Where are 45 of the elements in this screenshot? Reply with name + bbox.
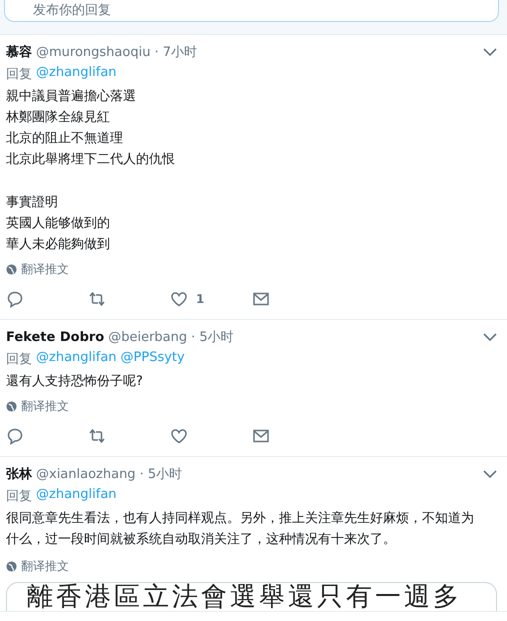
mention-link[interactable]: @zhanglifan xyxy=(36,487,117,505)
translate-link[interactable]: 翻译推文 xyxy=(6,259,497,279)
chevron-down-icon[interactable] xyxy=(483,332,497,342)
globe-icon xyxy=(6,560,17,572)
chevron-down-icon[interactable] xyxy=(483,470,497,478)
reply-label: 回复 xyxy=(6,351,32,368)
tweet-text: 林鄭團隊全線見紅 xyxy=(6,109,111,127)
reply-input-field[interactable]: 发布你的回复 xyxy=(4,0,499,22)
reply-icon[interactable] xyxy=(6,290,24,308)
media-card[interactable]: 離香港區立法會選舉還只有一週多 xyxy=(6,582,497,611)
tweet-text: 英國人能够做到的 xyxy=(6,215,111,233)
globe-icon xyxy=(6,400,17,412)
reply-icon[interactable] xyxy=(6,427,24,445)
translate-link[interactable]: 翻译推文 xyxy=(6,396,497,416)
tweet-text: 事實證明 xyxy=(6,194,59,212)
tweet-text: 親中議員普遍擔心落選 xyxy=(6,88,137,106)
tweet-time[interactable]: · 5小时 xyxy=(140,465,182,483)
translate-link[interactable]: 翻译推文 xyxy=(6,556,497,576)
author-handle[interactable]: @xianlaozhang xyxy=(36,466,136,482)
heart-icon[interactable] xyxy=(170,290,188,308)
heart-icon[interactable] xyxy=(170,427,188,445)
envelope-icon[interactable] xyxy=(252,427,270,445)
author-name[interactable]: 慕容 xyxy=(6,43,32,61)
mention-link[interactable]: @zhanglifan xyxy=(36,65,117,83)
author-name[interactable]: Fekete Dobro xyxy=(6,330,104,344)
tweet-text: 還有人支持恐怖份子呢? xyxy=(6,373,144,391)
envelope-icon[interactable] xyxy=(252,290,270,308)
author-name[interactable]: 张林 xyxy=(6,465,32,483)
globe-icon xyxy=(6,264,17,274)
mention-link[interactable]: @zhanglifan xyxy=(36,350,117,368)
tweet-text: 華人未必能夠做到 xyxy=(6,236,111,254)
tweet-text: 很同意章先生看法，也有人持同样观点。另外，推上关注章先生好麻烦，不知道为什么，过一段时间就被系统自动取消关注了，这种情况有十来次了。 xyxy=(6,510,475,549)
tweet-time[interactable]: · 7小时 xyxy=(154,43,197,61)
tweet-text: 北京此舉將埋下二代人的仇恨 xyxy=(6,151,176,169)
like-count: 1 xyxy=(196,292,204,306)
retweet-icon[interactable] xyxy=(88,290,106,308)
retweet-icon[interactable] xyxy=(88,427,106,445)
reply-label: 回复 xyxy=(6,66,32,83)
author-handle[interactable]: @beierbang xyxy=(108,330,188,344)
tweet-time[interactable]: · 5小时 xyxy=(191,328,234,346)
chevron-down-icon[interactable] xyxy=(483,48,497,56)
mention-link[interactable]: @PPSsyty xyxy=(120,350,185,368)
reply-label: 回复 xyxy=(6,488,32,505)
tweet-text: 北京的阻止不無道理 xyxy=(6,130,124,148)
author-handle[interactable]: @murongshaoqiu xyxy=(36,44,150,60)
